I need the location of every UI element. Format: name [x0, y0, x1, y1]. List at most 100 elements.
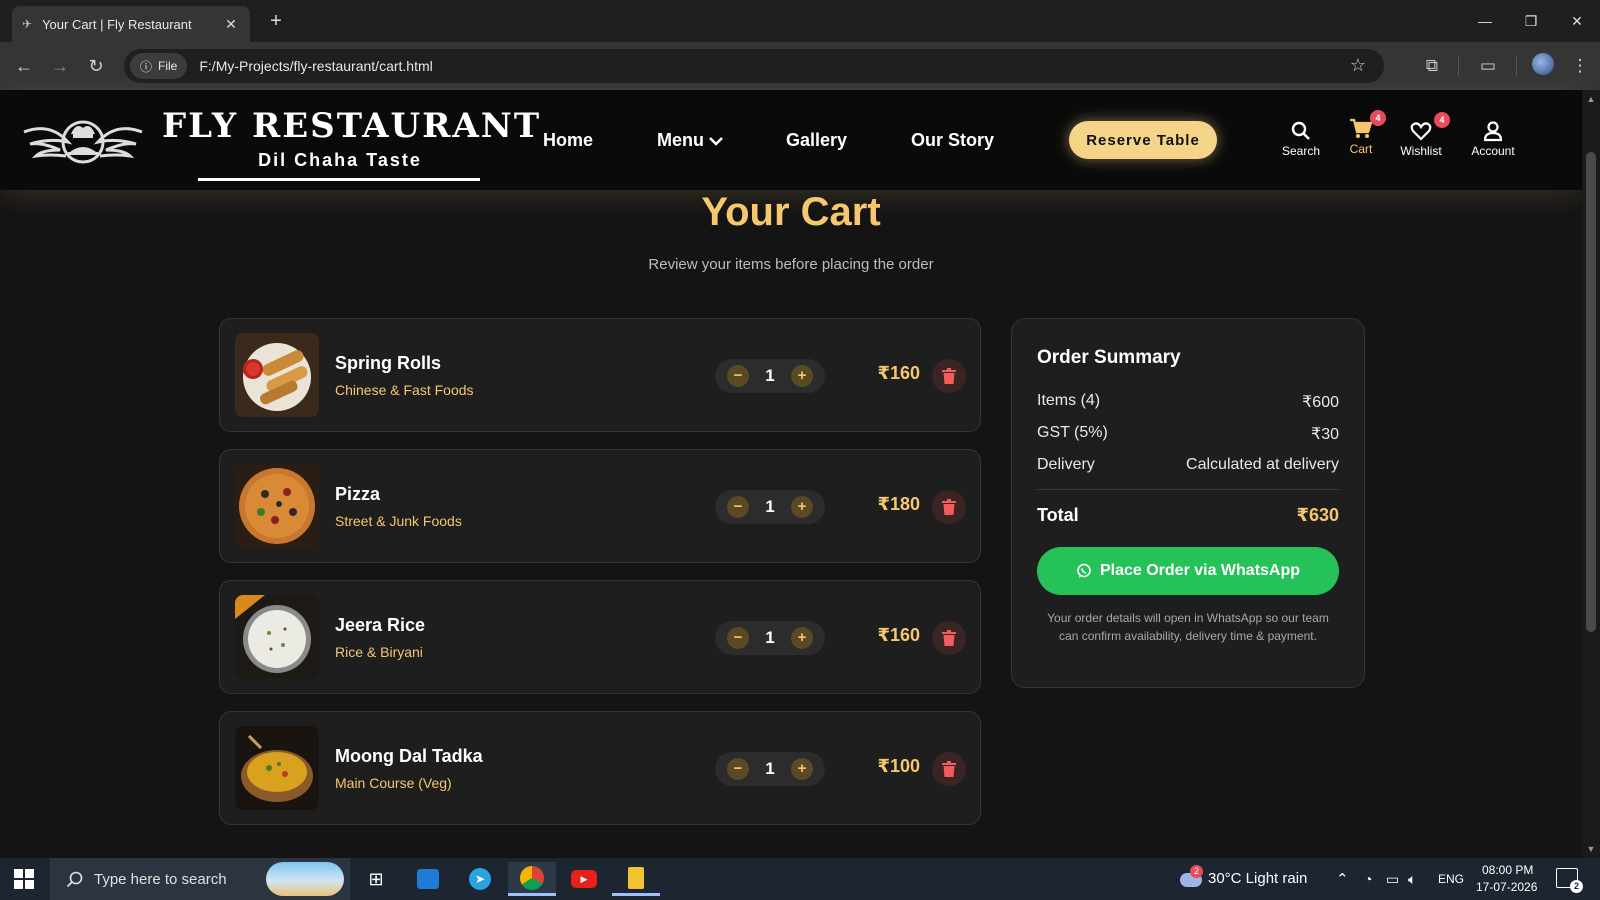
windows-start-icon[interactable] [14, 869, 34, 889]
clock-time[interactable]: 08:00 PM [1482, 863, 1533, 877]
browser-menu-icon[interactable]: ⋮ [1568, 54, 1592, 78]
increase-qty-button[interactable]: + [791, 496, 813, 518]
youtube-app-icon[interactable]: ▶ [560, 862, 608, 896]
language-indicator[interactable]: ENG [1438, 872, 1464, 886]
header-wishlist[interactable]: Wishlist 4 [1386, 112, 1456, 158]
quantity-value: 1 [765, 759, 775, 778]
address-bar[interactable]: ⓘ File F:/My-Projects/fly-restaurant/car… [124, 49, 1384, 83]
order-summary-card: Order Summary Items (4) ₹600 GST (5%) ₹3… [1011, 318, 1365, 688]
scrollbar-thumb[interactable] [1586, 152, 1596, 632]
place-order-whatsapp-button[interactable]: Place Order via WhatsApp [1037, 547, 1339, 595]
file-explorer-app-icon[interactable] [612, 862, 660, 896]
header-account[interactable]: Account [1458, 120, 1528, 158]
telegram-app-icon[interactable]: ➤ [456, 862, 504, 896]
page-scrollbar[interactable]: ▲ ▼ [1582, 90, 1600, 858]
cart-count-badge: 4 [1370, 110, 1386, 126]
item-category: Main Course (Veg) [335, 775, 452, 791]
battery-icon[interactable]: ▭ [1386, 871, 1399, 888]
increase-qty-button[interactable]: + [791, 627, 813, 649]
summary-delivery-row: Delivery Calculated at delivery [1037, 456, 1339, 474]
moong-dal-tadka-image [235, 726, 319, 810]
brand-underline [198, 178, 480, 181]
tab-title: Your Cart | Fly Restaurant [42, 16, 192, 32]
search-icon [1291, 121, 1310, 140]
clock-date[interactable]: 17-07-2026 [1476, 880, 1537, 894]
summary-total-row: Total ₹630 [1037, 505, 1339, 526]
quantity-stepper: − 1 + [715, 359, 825, 393]
back-icon[interactable]: ← [12, 54, 36, 78]
quantity-value: 1 [765, 497, 775, 516]
toolbar-divider [1458, 56, 1459, 76]
restore-icon[interactable]: ❐ [1508, 0, 1554, 42]
weather-text[interactable]: 30°C Light rain [1208, 870, 1307, 887]
extensions-icon[interactable]: ⧉ [1420, 54, 1444, 78]
file-chip-label: File [158, 59, 178, 73]
reload-icon[interactable]: ↻ [84, 54, 108, 78]
delivery-value: Calculated at delivery [1186, 456, 1339, 473]
url-text[interactable]: F:/My-Projects/fly-restaurant/cart.html [199, 58, 432, 74]
item-price: ₹180 [877, 494, 920, 514]
item-name: Spring Rolls [335, 353, 442, 373]
wifi-icon[interactable]: ◔ [1364, 871, 1372, 887]
brand-tagline: Dil Chaha Taste [258, 150, 422, 170]
taskbar-search-box[interactable]: Type here to search [50, 858, 350, 900]
forward-icon[interactable]: → [48, 54, 72, 78]
delete-item-button[interactable] [932, 359, 966, 393]
browser-tab[interactable]: ✈ Your Cart | Fly Restaurant ✕ [12, 6, 250, 42]
profile-avatar[interactable] [1532, 53, 1554, 75]
delete-item-button[interactable] [932, 752, 966, 786]
nav-gallery[interactable]: Gallery [786, 130, 847, 151]
decrease-qty-button[interactable]: − [727, 496, 749, 518]
item-name: Moong Dal Tadka [335, 746, 483, 766]
trash-icon [942, 630, 956, 646]
browser-toolbar: ← → ↻ ⓘ File F:/My-Projects/fly-restaura… [0, 42, 1600, 90]
weather-icon[interactable]: 2 [1180, 865, 1204, 891]
chrome-app-icon[interactable] [508, 862, 556, 896]
search-icon [66, 871, 83, 888]
increase-qty-button[interactable]: + [791, 758, 813, 780]
reserve-table-button[interactable]: Reserve Table [1069, 121, 1217, 159]
minimize-icon[interactable]: — [1462, 0, 1508, 42]
trash-icon [942, 761, 956, 777]
weather-badge: 2 [1190, 865, 1203, 878]
cart-item: Jeera Rice Rice & Biryani − 1 + ₹160 [219, 580, 981, 694]
close-window-icon[interactable]: ✕ [1554, 0, 1600, 42]
tab-search-icon[interactable]: ▭ [1476, 54, 1500, 78]
cart-item: Pizza Street & Junk Foods − 1 + ₹180 [219, 449, 981, 563]
summary-gst-row: GST (5%) ₹30 [1037, 424, 1339, 443]
nav-menu-label: Menu [657, 130, 704, 150]
delete-item-button[interactable] [932, 490, 966, 524]
windows-taskbar: Type here to search ⊞ ➤ ▶ 2 30°C Light r… [0, 858, 1600, 900]
scroll-up-icon[interactable]: ▲ [1582, 94, 1600, 104]
bookmark-star-icon[interactable]: ☆ [1350, 55, 1366, 76]
item-price: ₹160 [877, 363, 920, 383]
chevron-up-icon[interactable]: ⌃ [1336, 870, 1349, 888]
restaurant-logo-icon[interactable] [20, 112, 146, 170]
delivery-label: Delivery [1037, 456, 1095, 473]
trash-icon [942, 368, 956, 384]
scroll-down-icon[interactable]: ▼ [1582, 844, 1600, 854]
site-info-chip[interactable]: ⓘ File [130, 53, 188, 79]
decrease-qty-button[interactable]: − [727, 627, 749, 649]
pizza-image [235, 464, 319, 548]
nav-our-story[interactable]: Our Story [911, 130, 994, 151]
remote-desktop-app-icon[interactable] [404, 862, 452, 896]
info-icon: ⓘ [140, 59, 153, 74]
close-tab-icon[interactable]: ✕ [222, 16, 240, 33]
decrease-qty-button[interactable]: − [727, 758, 749, 780]
window-controls: — ❐ ✕ [1462, 0, 1600, 42]
jeera-rice-image [235, 595, 319, 679]
brand-name[interactable]: FLY RESTAURANT [162, 106, 541, 146]
decrease-qty-button[interactable]: − [727, 365, 749, 387]
increase-qty-button[interactable]: + [791, 365, 813, 387]
nav-menu[interactable]: Menu [657, 130, 724, 151]
total-value: ₹630 [1296, 505, 1339, 525]
volume-icon[interactable]: 🔈︎ [1408, 871, 1416, 888]
delete-item-button[interactable] [932, 621, 966, 655]
nav-home[interactable]: Home [543, 130, 593, 151]
item-category: Street & Junk Foods [335, 513, 462, 529]
task-view-icon[interactable]: ⊞ [352, 862, 400, 896]
new-tab-button[interactable]: + [264, 9, 288, 33]
notification-center-icon[interactable]: 2 [1556, 868, 1583, 893]
place-order-label: Place Order via WhatsApp [1099, 562, 1301, 579]
